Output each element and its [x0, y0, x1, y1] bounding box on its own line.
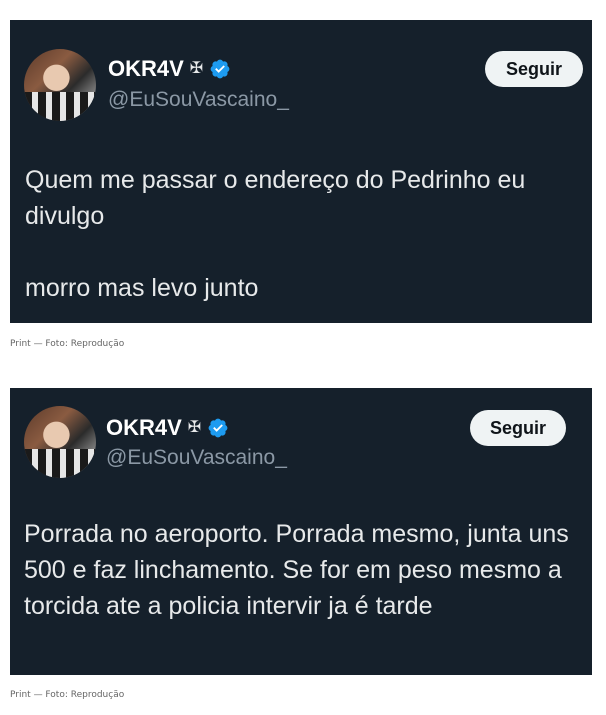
verified-badge-icon: [208, 418, 228, 438]
image-caption: Print — Foto: Reprodução: [10, 690, 125, 700]
author-handle[interactable]: @EuSouVascaino_: [108, 88, 289, 112]
follow-button[interactable]: Seguir: [485, 51, 583, 87]
verified-badge-icon: [210, 59, 230, 79]
author-name-row: OKR4V ✠: [108, 56, 231, 82]
tweet-text: Porrada no aeroporto. Porrada mesmo, jun…: [24, 520, 569, 620]
follow-button[interactable]: Seguir: [470, 410, 566, 446]
avatar[interactable]: [24, 49, 96, 121]
tweet-text: Quem me passar o endereço do Pedrinho eu…: [25, 166, 526, 302]
author-name-row: OKR4V ✠: [106, 415, 229, 441]
maltese-cross-icon: ✠: [187, 419, 202, 436]
image-caption: Print — Foto: Reprodução: [10, 339, 125, 349]
author-handle[interactable]: @EuSouVascaino_: [106, 446, 287, 470]
avatar[interactable]: [24, 406, 96, 478]
display-name[interactable]: OKR4V: [108, 56, 184, 82]
tweet-card-1: OKR4V ✠ @EuSouVascaino_ Seguir Quem me p…: [10, 20, 592, 323]
tweet-card-2: OKR4V ✠ @EuSouVascaino_ Seguir Porrada n…: [10, 388, 592, 675]
maltese-cross-icon: ✠: [189, 60, 204, 77]
display-name[interactable]: OKR4V: [106, 415, 182, 441]
